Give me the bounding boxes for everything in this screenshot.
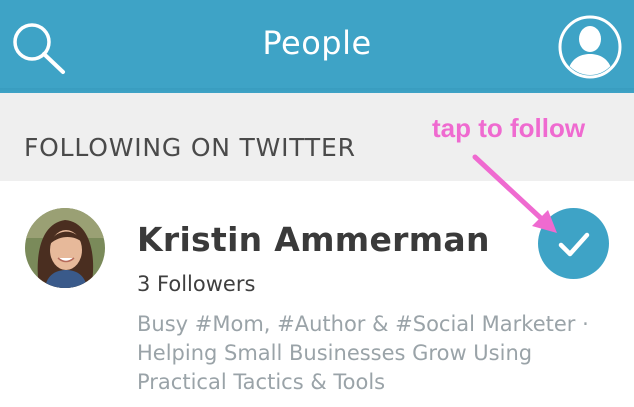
app-header: People bbox=[0, 0, 634, 93]
avatar bbox=[25, 208, 105, 288]
follower-count: 3 Followers bbox=[137, 272, 256, 296]
profile-icon bbox=[558, 15, 622, 79]
profile-button[interactable] bbox=[557, 14, 623, 80]
page-title: People bbox=[262, 24, 372, 62]
section-title: FOLLOWING ON TWITTER bbox=[24, 133, 356, 162]
checkmark-icon bbox=[558, 232, 590, 257]
tap-to-follow-annotation: tap to follow bbox=[432, 113, 586, 143]
avatar-image bbox=[25, 208, 105, 288]
person-name[interactable]: Kristin Ammerman bbox=[137, 220, 490, 259]
follow-button[interactable] bbox=[538, 208, 609, 279]
person-bio: Busy #Mom, #Author & #Social Marketer · … bbox=[137, 312, 589, 394]
